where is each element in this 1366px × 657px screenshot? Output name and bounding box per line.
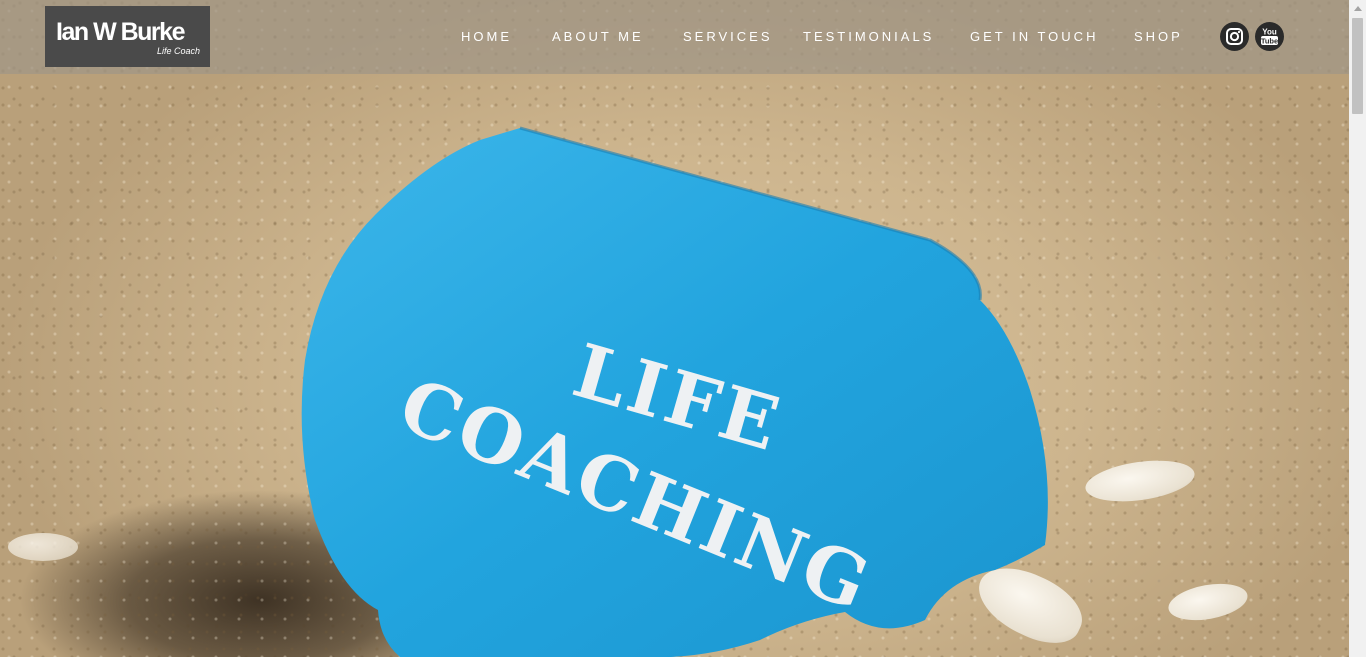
site-logo[interactable]: Ian W Burke Life Coach (45, 6, 210, 67)
nav-shop[interactable]: SHOP (1134, 29, 1183, 44)
instagram-link[interactable] (1220, 22, 1249, 51)
nav-services[interactable]: SERVICES (683, 29, 773, 44)
sign-board (301, 126, 1048, 657)
scroll-up-arrow-icon[interactable] (1349, 0, 1366, 17)
site-header: Ian W Burke Life Coach HOME ABOUT ME SER… (0, 0, 1349, 74)
nav-get-in-touch[interactable]: GET IN TOUCH (970, 29, 1098, 44)
logo-name: Ian W Burke (56, 18, 185, 46)
svg-text:Tube: Tube (1261, 37, 1278, 46)
scrollbar-thumb[interactable] (1352, 18, 1363, 114)
youtube-icon: You Tube (1261, 28, 1278, 46)
nav-about-me[interactable]: ABOUT ME (552, 29, 644, 44)
youtube-link[interactable]: You Tube (1255, 22, 1284, 51)
hero-background: LIFE COACHING (0, 0, 1349, 657)
logo-subtitle: Life Coach (156, 46, 200, 56)
instagram-icon (1226, 28, 1243, 45)
vertical-scrollbar[interactable] (1349, 0, 1366, 657)
nav-home[interactable]: HOME (461, 29, 512, 44)
nav-testimonials[interactable]: TESTIMONIALS (803, 29, 934, 44)
life-coaching-sign: LIFE COACHING (0, 0, 1349, 657)
svg-text:You: You (1262, 28, 1277, 37)
